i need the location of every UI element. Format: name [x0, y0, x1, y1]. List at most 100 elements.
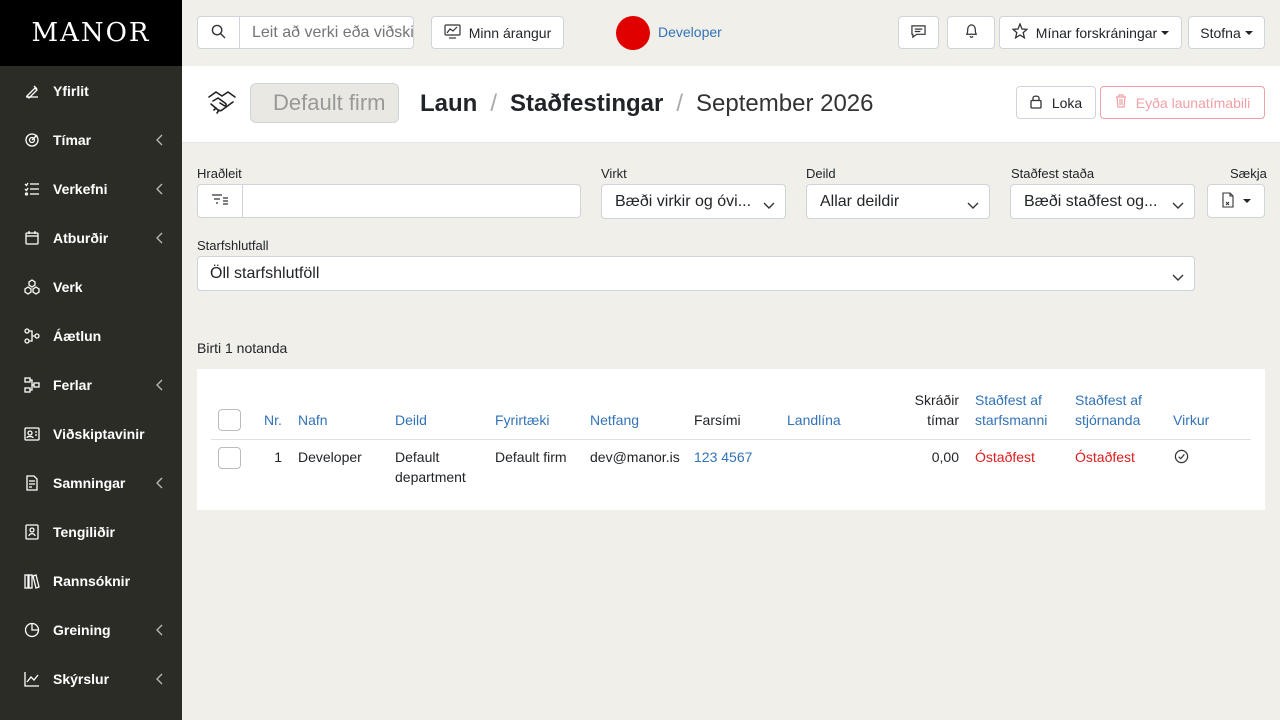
sidebar-item-label: Ferlar [53, 376, 92, 393]
sidebar-nav: Yfirlit Tímar Verkefni Atburðir Verk Áæt… [0, 66, 182, 703]
sidebar-item-timar[interactable]: Tímar [0, 115, 182, 164]
sidebar-item-label: Atburðir [53, 229, 109, 246]
column-header-by-manager-line1: Staðfest af [1075, 392, 1142, 408]
column-header-email[interactable]: Netfang [590, 410, 639, 430]
active-filter-select[interactable]: Bæði virkir og óvi... [601, 184, 786, 219]
department-filter-select[interactable]: Allar deildir [806, 184, 990, 219]
filter-icon [211, 193, 229, 210]
sidebar-item-verk[interactable]: Verk [0, 262, 182, 311]
sidebar-item-label: Viðskiptavinir [53, 425, 145, 442]
firm-selector[interactable]: Default firm [250, 83, 399, 123]
sidebar-item-tengilidir[interactable]: Tengiliðir [0, 507, 182, 556]
filter-button[interactable] [198, 185, 243, 217]
export-dropdown[interactable] [1207, 184, 1265, 218]
bell-icon [964, 23, 979, 42]
contract-icon [24, 474, 40, 491]
chevron-left-icon [156, 378, 164, 394]
confirmed-filter-select[interactable]: Bæði staðfest og... [1010, 184, 1195, 219]
sidebar-item-rannsoknir[interactable]: Rannsóknir [0, 556, 182, 605]
list-check-icon [24, 181, 40, 197]
search-icon [211, 24, 226, 42]
create-dropdown[interactable]: Stofna [1188, 16, 1265, 49]
avatar[interactable] [616, 16, 650, 50]
column-header-mobile: Farsími [694, 412, 741, 428]
chevron-left-icon [156, 476, 164, 492]
favorites-dropdown[interactable]: Mínar forskráningar [999, 16, 1182, 49]
column-header-confirmed-by-employee[interactable]: Staðfest af starfsmanni [975, 390, 1047, 430]
row-confirmed-by-manager[interactable]: Óstaðfest [1075, 447, 1135, 467]
chevron-down-icon [967, 197, 979, 215]
select-all-checkbox[interactable] [218, 409, 241, 431]
active-filter-value: Bæði virkir og óvi... [615, 192, 752, 210]
sidebar-item-yfirlit[interactable]: Yfirlit [0, 66, 182, 115]
topbar: Minn árangur Developer Mínar forskráning… [182, 0, 1280, 66]
delete-period-button[interactable]: Eyða launatímabili [1100, 86, 1265, 119]
quick-search-input[interactable] [243, 185, 580, 217]
notifications-button[interactable] [947, 16, 995, 49]
brand-logo[interactable]: MANOR [0, 0, 182, 66]
confirmed-filter-value: Bæði staðfest og... [1024, 192, 1158, 210]
sidebar-item-greining[interactable]: Greining [0, 605, 182, 654]
chevron-left-icon [156, 231, 164, 247]
row-checkbox[interactable] [218, 447, 241, 469]
contact-book-icon [24, 523, 40, 540]
column-header-landline[interactable]: Landlína [787, 410, 841, 430]
sidebar-item-ferlar[interactable]: Ferlar [0, 360, 182, 409]
column-header-by-employee-line2: starfsmanni [975, 412, 1048, 428]
chevron-left-icon [156, 182, 164, 198]
result-count: Birti 1 notanda [197, 340, 288, 356]
search-input[interactable] [240, 17, 413, 48]
sidebar-item-aaetlun[interactable]: Áætlun [0, 311, 182, 360]
header-divider [211, 439, 1251, 440]
active-filter-label: Virkt [601, 166, 627, 181]
users-table: Nr. Nafn Deild Fyrirtæki Netfang Farsími… [197, 369, 1265, 510]
sidebar-item-label: Tengiliðir [53, 523, 115, 540]
lock-icon [1030, 94, 1042, 112]
quick-search [197, 184, 581, 218]
breadcrumb-confirmations[interactable]: Staðfestingar [510, 90, 663, 118]
search-button[interactable] [198, 17, 240, 48]
sidebar-item-label: Greining [53, 621, 111, 638]
breadcrumb-payroll[interactable]: Laun [420, 90, 477, 118]
sidebar-item-vidskiptavinir[interactable]: Viðskiptavinir [0, 409, 182, 458]
employment-filter-value: Öll starfshlutföll [210, 264, 320, 282]
lock-period-button[interactable]: Loka [1016, 86, 1096, 119]
handshake-icon [207, 89, 237, 120]
sidebar-item-label: Tímar [53, 131, 92, 148]
sidebar-item-skyrslur[interactable]: Skýrslur [0, 654, 182, 703]
achievements-button[interactable]: Minn árangur [431, 16, 564, 49]
user-name-link[interactable]: Developer [658, 24, 722, 40]
sidebar-item-label: Samningar [53, 474, 126, 491]
row-confirmed-by-employee[interactable]: Óstaðfest [975, 447, 1035, 467]
column-header-company[interactable]: Fyrirtæki [495, 410, 549, 430]
delete-label: Eyða launatímabili [1135, 94, 1251, 111]
sidebar-item-label: Verkefni [53, 180, 108, 197]
chevron-down-icon [1172, 197, 1184, 215]
row-department-line2: department [395, 469, 466, 485]
row-name: Developer [298, 449, 362, 465]
column-header-by-employee-line1: Staðfest af [975, 392, 1042, 408]
row-mobile-link[interactable]: 123 4567 [694, 447, 752, 467]
create-label: Stofna [1200, 24, 1241, 41]
column-header-nr[interactable]: Nr. [264, 410, 282, 430]
flow-icon [24, 376, 40, 393]
sidebar-item-label: Áætlun [53, 327, 102, 344]
sidebar-item-samningar[interactable]: Samningar [0, 458, 182, 507]
row-hours: 0,00 [931, 449, 959, 465]
target-clock-icon [24, 132, 40, 148]
column-header-department[interactable]: Deild [395, 410, 427, 430]
column-header-active[interactable]: Virkur [1173, 410, 1209, 430]
sidebar: MANOR Yfirlit Tímar Verkefni Atburðir Ve… [0, 0, 182, 720]
messages-button[interactable] [898, 16, 939, 49]
sidebar-item-atburdir[interactable]: Atburðir [0, 213, 182, 262]
quick-search-label: Hraðleit [197, 166, 242, 181]
sidebar-item-label: Yfirlit [53, 82, 89, 99]
column-header-name[interactable]: Nafn [298, 410, 328, 430]
lock-label: Loka [1051, 94, 1083, 111]
sidebar-item-verkefni[interactable]: Verkefni [0, 164, 182, 213]
row-department: Default department [395, 447, 466, 487]
sidebar-item-label: Rannsóknir [53, 572, 131, 589]
column-header-confirmed-by-manager[interactable]: Staðfest af stjórnanda [1075, 390, 1142, 430]
employment-filter-select[interactable]: Öll starfshlutföll [197, 256, 1195, 291]
row-email: dev@manor.is [590, 449, 680, 465]
